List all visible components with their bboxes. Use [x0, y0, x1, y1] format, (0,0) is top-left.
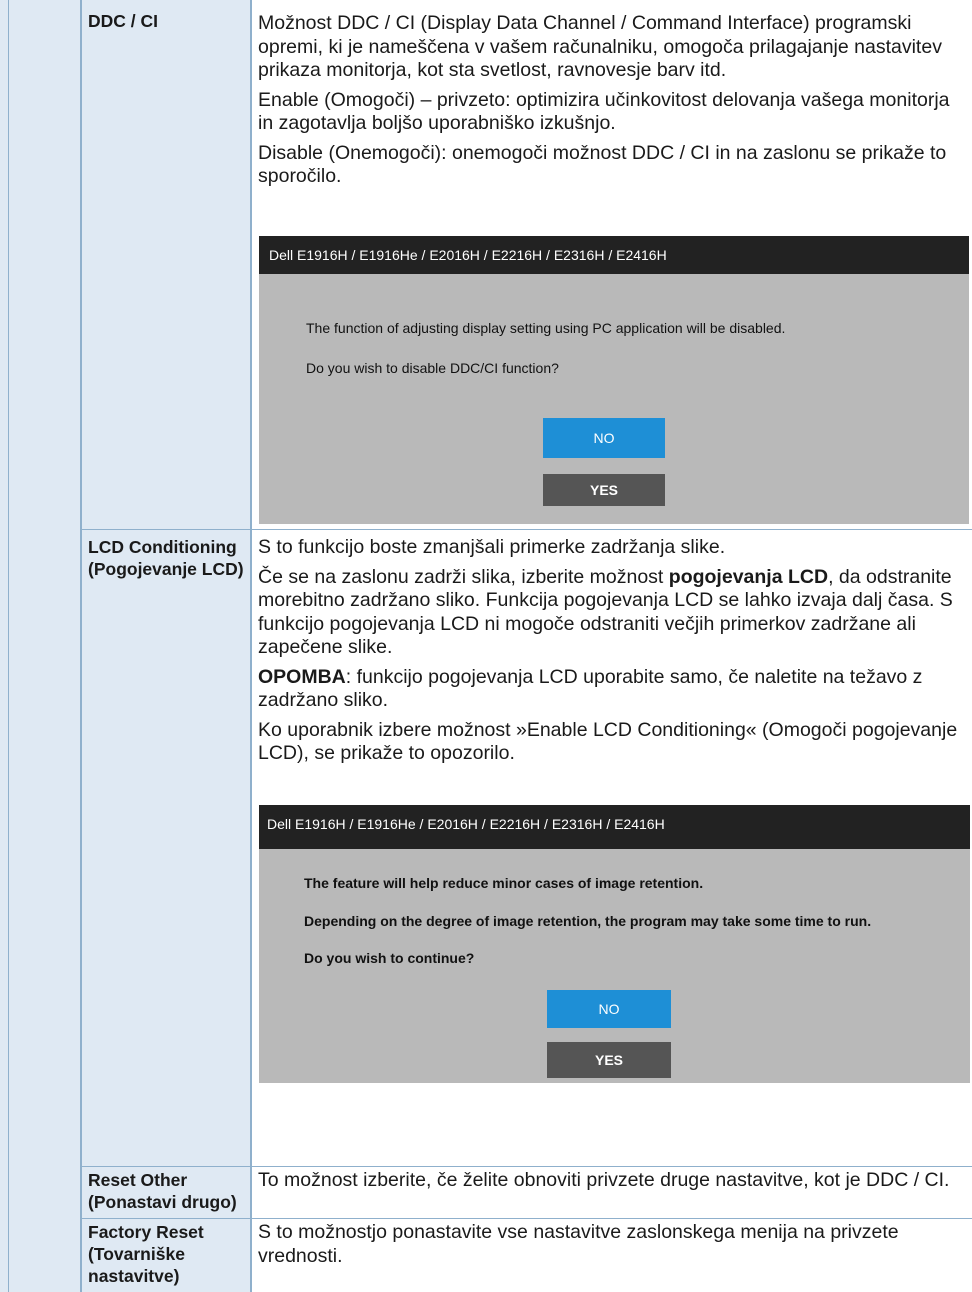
setting-name: LCD Conditioning (Pogojevanje LCD) [82, 530, 252, 1166]
description-paragraph: Možnost DDC / CI (Display Data Channel /… [258, 12, 942, 81]
no-button[interactable]: NO [547, 990, 671, 1028]
dialog-titlebar: Dell E1916H / E1916He / E2016H / E2216H … [259, 805, 970, 849]
setting-name: Factory Reset (Tovarniške nastavitve) [82, 1219, 252, 1292]
dialog-titlebar: Dell E1916H / E1916He / E2016H / E2216H … [259, 236, 969, 274]
row-ddc-ci: DDC / CI Možnost DDC / CI (Display Data … [82, 0, 972, 529]
dialog-message: Depending on the degree of image retenti… [304, 913, 872, 929]
yes-button[interactable]: YES [547, 1042, 671, 1078]
description-paragraph: To možnost izberite, če želite obnoviti … [258, 1169, 950, 1191]
row-lcd-conditioning: LCD Conditioning (Pogojevanje LCD) S to … [82, 530, 972, 1166]
lcd-conditioning-warning-dialog: Dell E1916H / E1916He / E2016H / E2216H … [259, 805, 970, 1083]
yes-button[interactable]: YES [543, 474, 665, 506]
dialog-question: Do you wish to disable DDC/CI function? [306, 360, 559, 376]
dialog-message: The feature will help reduce minor cases… [304, 875, 704, 891]
ddc-ci-disable-dialog: Dell E1916H / E1916He / E2016H / E2216H … [259, 236, 969, 524]
note-paragraph: OPOMBA: funkcijo pogojevanja LCD uporabi… [258, 665, 923, 712]
setting-description: S to možnostjo ponastavite vse nastavitv… [253, 1219, 972, 1292]
description-paragraph: S to možnostjo ponastavite vse nastavitv… [258, 1221, 899, 1267]
dialog-message: The function of adjusting display settin… [306, 320, 786, 336]
setting-name: Reset Other (Ponastavi drugo) [82, 1167, 252, 1218]
description-paragraph: Ko uporabnik izbere možnost »Enable LCD … [258, 718, 958, 765]
description-paragraph: Enable (Omogoči) – privzeto: optimizira … [258, 88, 950, 135]
dialog-question: Do you wish to continue? [304, 950, 475, 966]
left-margin-column [0, 0, 82, 1292]
row-factory-reset: Factory Reset (Tovarniške nastavitve) S … [82, 1219, 972, 1292]
row-reset-other: Reset Other (Ponastavi drugo) To možnost… [82, 1167, 972, 1218]
description-paragraph: Disable (Onemogoči): onemogoči možnost D… [258, 141, 947, 188]
no-button[interactable]: NO [543, 418, 665, 458]
description-paragraph: S to funkcijo boste zmanjšali primerke z… [258, 536, 726, 558]
setting-name: DDC / CI [82, 0, 252, 529]
description-paragraph: Če se na zaslonu zadrži slika, izberite … [258, 565, 953, 659]
setting-description: To možnost izberite, če želite obnoviti … [253, 1167, 972, 1218]
